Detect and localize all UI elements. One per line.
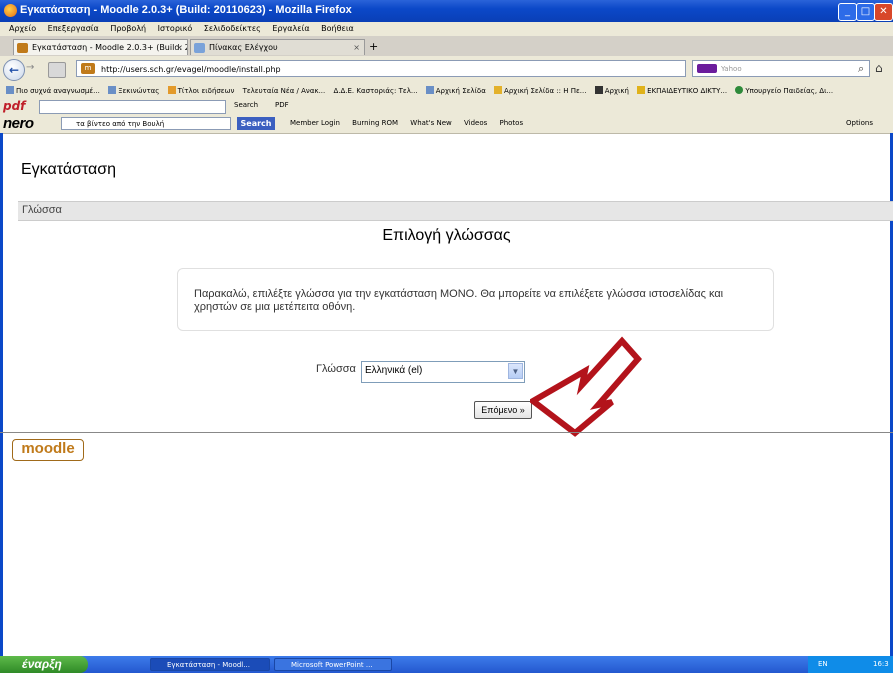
options-button[interactable]: Options (846, 119, 873, 127)
task-firefox[interactable]: Εγκατάσταση - Moodl... (150, 658, 270, 671)
language-indicator[interactable]: EN (818, 656, 828, 673)
bookmark-icon (108, 86, 117, 94)
annotation-arrow-icon (530, 336, 642, 437)
burning-rom-link[interactable]: Burning ROM (352, 119, 398, 127)
system-tray: EN 16:3 (808, 656, 893, 673)
bookmarks-bar: Πιο συχνά αναγνωσμέ... Ξεκινώντας Τίτλοι… (0, 83, 893, 98)
url-input[interactable]: http://users.sch.gr/evagel/moodle/instal… (76, 60, 686, 77)
taskbar: έναρξη Εγκατάσταση - Moodl... Microsoft … (0, 656, 893, 673)
bookmark-dde-kastoria[interactable]: Δ.Δ.Ε. Καστοριάς: Τελ... (333, 87, 417, 95)
maximize-button[interactable]: □ (856, 3, 875, 21)
menu-view[interactable]: Προβολή (110, 24, 146, 33)
nero-toolbar: nero τα βίντεο από την Βουλή Search Memb… (0, 115, 893, 134)
menu-history[interactable]: Ιστορικό (158, 24, 193, 33)
next-button[interactable]: Επόμενο » (474, 401, 532, 419)
member-login-link[interactable]: Member Login (290, 119, 340, 127)
info-text: Παρακαλώ, επιλέξτε γλώσσα για την εγκατά… (194, 288, 724, 313)
menu-tools[interactable]: Εργαλεία (272, 24, 309, 33)
tab-close-icon[interactable]: × (353, 40, 360, 55)
bookmark-most-visited[interactable]: Πιο συχνά αναγνωσμέ... (6, 86, 100, 95)
firefox-icon (4, 4, 17, 17)
task-powerpoint[interactable]: Microsoft PowerPoint ... (274, 658, 392, 671)
tab-label: Πίνακας Ελέγχου (209, 43, 278, 52)
minimize-button[interactable]: _ (838, 3, 857, 21)
bookmark-icon (6, 86, 14, 94)
new-tab-button[interactable]: + (369, 40, 378, 53)
tab-bar: Εγκατάσταση - Moodle 2.0.3+ (Build: 20..… (0, 36, 893, 57)
bookmark-getting-started[interactable]: Ξεκινώντας (108, 86, 159, 95)
language-label: Γλώσσα (316, 363, 356, 375)
back-button[interactable]: ← (3, 59, 25, 81)
window-frame-left (0, 133, 3, 656)
bookmark-home[interactable]: Αρχική (594, 86, 629, 95)
navigation-bar: ← → http://users.sch.gr/evagel/moodle/in… (0, 56, 893, 83)
site-favicon-icon: m (81, 63, 95, 74)
chevron-down-icon[interactable]: ▼ (508, 363, 523, 379)
menu-file[interactable]: Αρχείο (9, 24, 36, 33)
tab-install[interactable]: Εγκατάσταση - Moodle 2.0.3+ (Build: 20..… (13, 39, 188, 55)
globe-icon (735, 86, 744, 94)
menu-bar: Αρχείο Επεξεργασία Προβολή Ιστορικό Σελι… (0, 22, 893, 36)
site-icon (594, 86, 603, 94)
bookmark-headlines[interactable]: Τίτλοι ειδήσεων (167, 86, 234, 95)
videos-link[interactable]: Videos (464, 119, 487, 127)
pdf-button[interactable]: PDF (275, 101, 289, 109)
home-button[interactable]: ⌂ (875, 61, 883, 75)
moodle-logo[interactable]: moodle (12, 439, 84, 461)
pdf-logo: pdf (3, 99, 26, 113)
whats-new-link[interactable]: What's New (410, 119, 451, 127)
tab-label: Εγκατάσταση - Moodle 2.0.3+ (Build: 20..… (32, 43, 188, 52)
bookmark-home-page-2[interactable]: Αρχική Σελίδα :: Η Πε... (494, 86, 586, 95)
breadcrumb-language: Γλώσσα (22, 204, 62, 216)
language-select[interactable]: Ελληνικά (el) ▼ (361, 361, 525, 383)
moodle-favicon-icon (17, 43, 28, 53)
nero-search-input[interactable]: τα βίντεο από την Βουλή (61, 117, 231, 130)
sch-icon (637, 86, 646, 94)
menu-bookmarks[interactable]: Σελιδοδείκτες (204, 24, 261, 33)
page-title: Επιλογή γλώσσας (382, 227, 511, 244)
window-title: Εγκατάσταση - Moodle 2.0.3+ (Build: 2011… (20, 4, 352, 16)
yahoo-icon (697, 64, 717, 73)
close-window-button[interactable]: ✕ (874, 3, 893, 21)
home-icon (494, 86, 503, 94)
menu-help[interactable]: Βοήθεια (321, 24, 354, 33)
bookmark-ministry[interactable]: Υπουργείο Παιδείας, Δι... (735, 86, 833, 95)
pdf-search-input[interactable] (39, 100, 226, 114)
pdf-toolbar: pdf Search PDF (0, 98, 893, 115)
bookmark-latest-news[interactable]: Τελευταία Νέα / Ανακ... (243, 87, 326, 95)
bookmark-edu-network[interactable]: ΕΚΠΑΙΔΕΥΤΙΚΟ ΔΙΚΤΥ... (637, 86, 727, 95)
quick-launch[interactable] (98, 659, 138, 670)
page-favicon-icon (194, 43, 205, 53)
breadcrumb: Γλώσσα (18, 201, 893, 221)
page-heading: Εγκατάσταση (21, 161, 117, 178)
info-box: Παρακαλώ, επιλέξτε γλώσσα για την εγκατά… (177, 268, 774, 331)
search-input[interactable]: Yahoo (692, 60, 870, 77)
mail-icon (425, 86, 434, 94)
tab-close-icon[interactable]: × (176, 40, 183, 55)
photos-link[interactable]: Photos (499, 119, 523, 127)
nero-search-button[interactable]: Search (237, 117, 275, 130)
identity-icon[interactable] (48, 62, 66, 78)
clock: 16:3 (873, 660, 889, 668)
start-button[interactable]: έναρξη (0, 656, 88, 673)
pdf-search-button[interactable]: Search (234, 101, 258, 109)
nero-links: Member Login Burning ROM What's New Vide… (290, 119, 533, 127)
tab-control-panel[interactable]: Πίνακας Ελέγχου × (190, 39, 365, 55)
language-selected-value: Ελληνικά (el) (365, 365, 423, 376)
search-magnifier-icon[interactable]: ⌕ (858, 62, 864, 76)
forward-button[interactable]: → (26, 62, 40, 76)
menu-edit[interactable]: Επεξεργασία (48, 24, 99, 33)
bookmark-home-page[interactable]: Αρχική Σελίδα (425, 86, 486, 95)
rss-icon (167, 86, 176, 94)
footer-divider (0, 432, 893, 433)
window-titlebar: Εγκατάσταση - Moodle 2.0.3+ (Build: 2011… (0, 0, 893, 22)
nero-logo: nero (3, 115, 34, 132)
